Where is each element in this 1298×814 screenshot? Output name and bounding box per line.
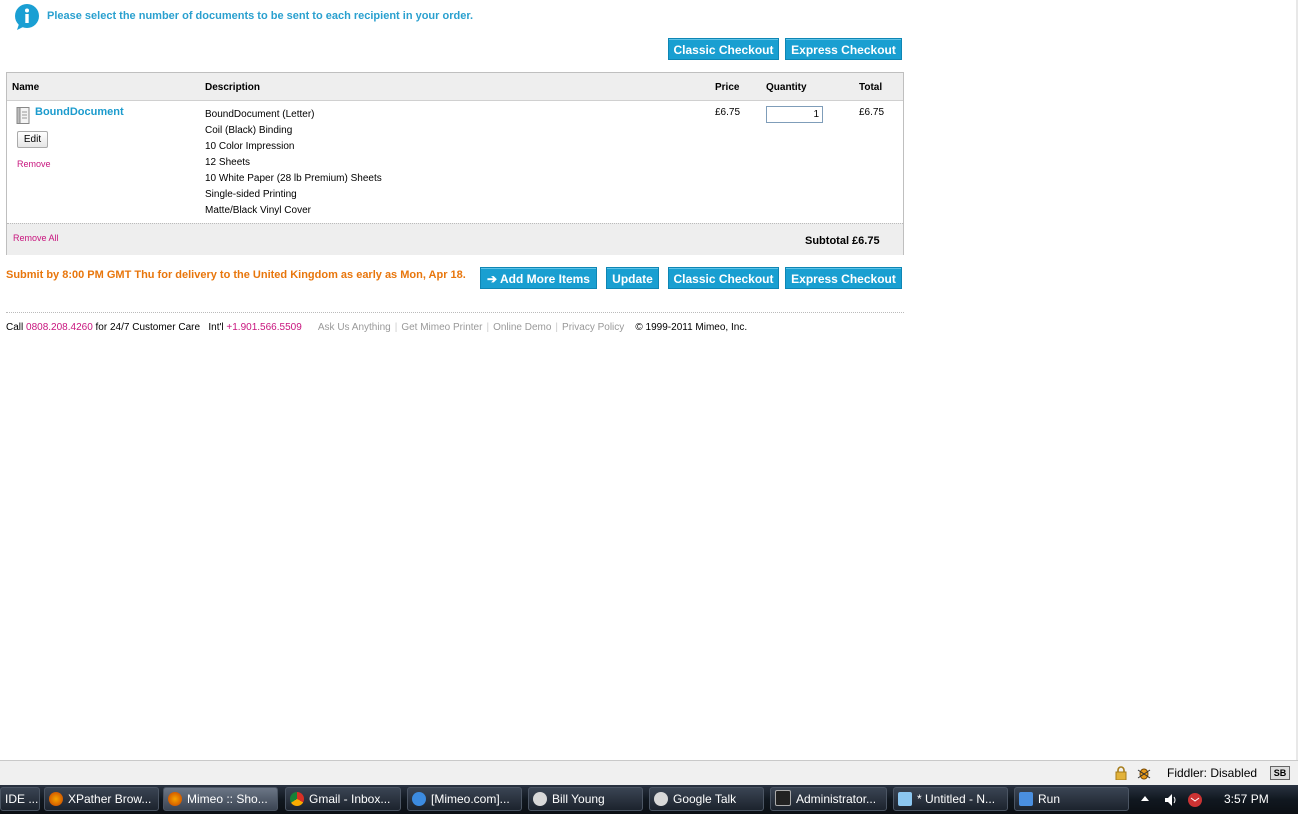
footer-link-demo[interactable]: Online Demo [493,322,551,333]
task-label: Mimeo :: Sho... [187,792,268,806]
item-price: £6.75 [715,107,741,118]
add-more-items-button[interactable]: ➔ Add More Items [480,267,597,289]
task-label: Run [1038,792,1061,806]
customer-care-phone[interactable]: 0808.208.4260 [26,322,93,333]
task-label: Bill Young [552,792,605,806]
task-label: [Mimeo.com]... [431,792,510,806]
lock-icon [1115,766,1127,780]
taskbar: IDE ... XPather Brow... Mimeo :: Sho... … [0,785,1298,814]
cart-footer-row: Remove All Subtotal £6.75 [7,223,903,255]
task-administrator[interactable]: Administrator... [770,787,887,811]
footer-care: for 24/7 Customer Care [95,322,201,333]
quantity-input[interactable] [766,106,823,123]
intl-phone[interactable]: +1.901.566.5509 [226,322,301,333]
run-icon [1019,792,1033,806]
description-line: 12 Sheets [205,157,251,168]
header-total: Total [859,82,883,93]
classic-checkout-button-top[interactable]: Classic Checkout [668,38,779,60]
tray-expand-icon[interactable] [1141,795,1149,803]
update-button[interactable]: Update [606,267,659,289]
header-name: Name [12,82,40,93]
task-label: IDE ... [5,792,39,806]
task-label: * Untitled - N... [917,792,996,806]
firefox-icon [49,792,63,806]
classic-checkout-button-bottom[interactable]: Classic Checkout [668,267,779,289]
divider [6,312,904,313]
task-label: Gmail - Inbox... [309,792,391,806]
task-notepad[interactable]: * Untitled - N... [893,787,1008,811]
description-line: Matte/Black Vinyl Cover [205,205,311,216]
task-google-talk[interactable]: Google Talk [649,787,764,811]
task-bill-young[interactable]: Bill Young [528,787,643,811]
task-xpather[interactable]: XPather Brow... [44,787,159,811]
task-label: Google Talk [673,792,737,806]
fiddler-status[interactable]: Fiddler: Disabled [1167,766,1257,780]
cart-header-row: Name Description Price Quantity Total [7,73,903,101]
task-ie-mimeo[interactable]: [Mimeo.com]... [407,787,522,811]
footer-link-ask[interactable]: Ask Us Anything [318,322,391,333]
product-name-link[interactable]: BoundDocument [35,106,124,118]
subtotal: Subtotal £6.75 [805,235,880,247]
ie-icon [412,792,426,806]
header-description: Description [205,82,261,93]
task-gmail[interactable]: Gmail - Inbox... [285,787,401,811]
copyright: © 1999-2011 Mimeo, Inc. [635,322,748,333]
express-checkout-button-top[interactable]: Express Checkout [785,38,902,60]
description-line: 10 White Paper (28 lb Premium) Sheets [205,173,382,184]
header-quantity: Quantity [766,82,807,93]
remove-link[interactable]: Remove [17,159,51,169]
chat-icon [533,792,547,806]
footer-call: Call [6,322,24,333]
browser-statusbar: Fiddler: Disabled SB [0,760,1298,786]
info-message: Please select the number of documents to… [47,10,474,22]
chrome-icon [290,792,304,806]
firebug-icon[interactable] [1136,766,1152,780]
task-label: Administrator... [796,792,877,806]
firefox-icon [168,792,182,806]
task-ide[interactable]: IDE ... [0,787,40,811]
edit-button[interactable]: Edit [17,131,48,148]
footer-link-privacy[interactable]: Privacy Policy [562,322,624,333]
task-run[interactable]: Run [1014,787,1129,811]
cart-table: Name Description Price Quantity Total Bo… [6,72,904,255]
item-total: £6.75 [859,107,885,118]
delivery-message: Submit by 8:00 PM GMT Thu for delivery t… [6,269,466,281]
notepad-icon [898,792,912,806]
volume-icon[interactable] [1163,792,1179,808]
gmail-notifier-icon[interactable] [1187,792,1203,808]
description-line: Coil (Black) Binding [205,125,293,136]
chat-icon [654,792,668,806]
info-icon [15,4,39,30]
footer-link-printer[interactable]: Get Mimeo Printer [401,322,482,333]
system-tray: 3:57 PM [1133,785,1298,814]
footer-intl: Int'l [208,322,224,333]
header-price: Price [715,82,740,93]
cmd-icon [775,790,791,806]
express-checkout-button-bottom[interactable]: Express Checkout [785,267,902,289]
description-line: BoundDocument (Letter) [205,109,315,120]
footer: Call 0808.208.4260 for 24/7 Customer Car… [6,322,748,333]
document-icon [16,107,30,124]
sb-icon[interactable]: SB [1270,766,1290,780]
description-line: 10 Color Impression [205,141,295,152]
task-label: XPather Brow... [68,792,152,806]
clock[interactable]: 3:57 PM [1224,792,1269,806]
task-mimeo[interactable]: Mimeo :: Sho... [163,787,278,811]
item-description: BoundDocument (Letter) Coil (Black) Bind… [205,107,382,219]
remove-all-link[interactable]: Remove All [13,233,59,243]
description-line: Single-sided Printing [205,189,297,200]
